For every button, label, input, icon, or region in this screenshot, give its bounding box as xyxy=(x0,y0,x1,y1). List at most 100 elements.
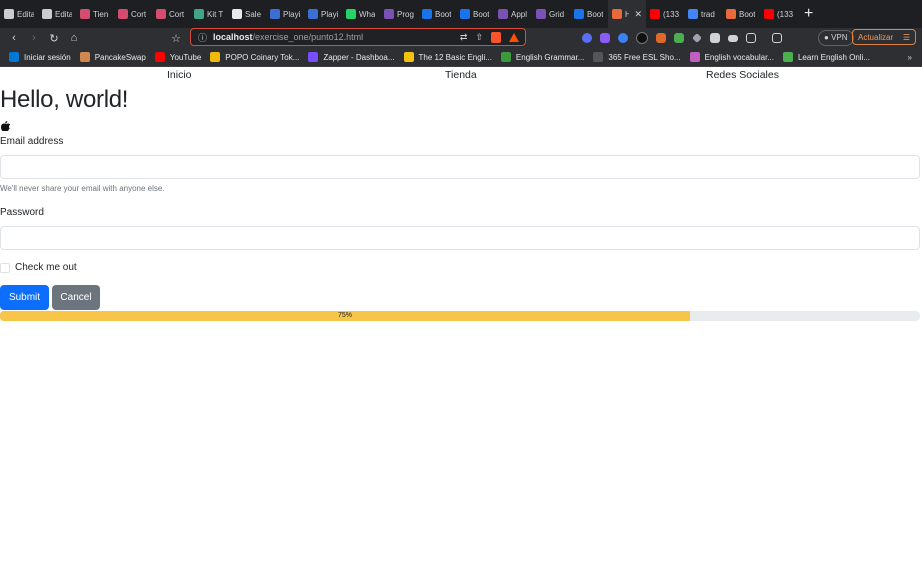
translate-icon[interactable]: ⇄ xyxy=(460,32,468,43)
browser-tab[interactable]: (133 xyxy=(646,0,684,28)
browser-tab[interactable]: Boot xyxy=(418,0,456,28)
browser-tab[interactable]: Edita xyxy=(0,0,38,28)
browser-tab[interactable]: Kit T xyxy=(190,0,228,28)
tab-favicon-icon xyxy=(42,9,52,19)
browser-tab[interactable]: Grid xyxy=(532,0,570,28)
nav-link-tienda[interactable]: Tienda xyxy=(445,69,477,81)
vpn-button[interactable]: ● VPN xyxy=(818,30,854,46)
new-tab-icon[interactable]: + xyxy=(804,0,813,28)
tab-favicon-icon xyxy=(232,9,242,19)
address-bar[interactable]: ⓘ localhost/exercise_one/punto12.html ⇄ … xyxy=(190,28,526,46)
tab-favicon-icon xyxy=(764,9,774,19)
bookmark-favicon-icon xyxy=(154,52,165,62)
browser-tab[interactable]: Appl xyxy=(494,0,532,28)
tab-label: Playi xyxy=(321,9,338,19)
tab-favicon-icon xyxy=(422,9,432,19)
bookmark-label: Zapper - Dashboa... xyxy=(323,52,395,62)
extension-icon[interactable] xyxy=(618,33,628,43)
home-icon[interactable]: ⌂ xyxy=(64,32,84,44)
tab-label: Grid xyxy=(549,9,565,19)
browser-tab[interactable]: Sale xyxy=(228,0,266,28)
bookmark-item[interactable]: The 12 Basic Engli... xyxy=(403,52,492,62)
bookmark-item[interactable]: POPO Coinary Tok... xyxy=(210,52,299,62)
reading-list-icon[interactable] xyxy=(728,34,738,42)
bookmark-item[interactable]: Iniciar sesión xyxy=(9,52,71,62)
forward-icon[interactable]: › xyxy=(24,32,44,44)
submit-button[interactable]: Submit xyxy=(0,285,49,310)
browser-tab[interactable]: Cort xyxy=(114,0,152,28)
tab-label: trad xyxy=(701,9,715,19)
extension-icon[interactable] xyxy=(600,33,610,43)
update-button[interactable]: Actualizar ☰ xyxy=(852,29,916,45)
tab-label: Cort xyxy=(169,9,185,19)
site-info-icon[interactable]: ⓘ xyxy=(198,31,207,44)
browser-tab[interactable]: Playi xyxy=(304,0,342,28)
brave-rewards-icon[interactable] xyxy=(509,32,519,42)
bookmark-icon[interactable]: ☆ xyxy=(166,32,186,45)
bookmark-item[interactable]: Zapper - Dashboa... xyxy=(308,52,395,62)
bookmark-item[interactable]: English vocabular... xyxy=(689,52,774,62)
tab-favicon-icon xyxy=(536,9,546,19)
bookmark-label: English vocabular... xyxy=(704,52,774,62)
url-path: /exercise_one/punto12.html xyxy=(252,32,364,42)
tab-label: Boot xyxy=(739,9,756,19)
tab-label: Cort xyxy=(131,9,147,19)
email-field[interactable] xyxy=(0,155,920,179)
bookmark-item[interactable]: Learn English Onli... xyxy=(782,52,870,62)
tab-favicon-icon xyxy=(688,9,698,19)
tab-label: Edita xyxy=(17,9,34,19)
check-me-out-checkbox[interactable] xyxy=(0,263,10,273)
check-me-out-label[interactable]: Check me out xyxy=(15,262,77,273)
tab-favicon-icon xyxy=(384,9,394,19)
tab-favicon-icon xyxy=(308,9,318,19)
browser-tab[interactable]: H ✕ xyxy=(608,0,646,28)
nav-link-inicio[interactable]: Inicio xyxy=(167,69,192,81)
extension-icon[interactable] xyxy=(674,33,684,43)
sidebar-icon[interactable] xyxy=(746,33,756,43)
browser-tab[interactable]: Boot xyxy=(722,0,760,28)
extension-icon[interactable] xyxy=(582,33,592,43)
tab-close-icon[interactable]: ✕ xyxy=(634,9,642,20)
wallet-icon[interactable] xyxy=(772,33,782,43)
top-nav: Inicio Tienda Redes Sociales xyxy=(0,69,922,85)
bookmark-item[interactable]: YouTube xyxy=(154,52,201,62)
bookmark-favicon-icon xyxy=(593,52,604,62)
browser-tab[interactable]: Prog xyxy=(380,0,418,28)
tab-label: Appl xyxy=(511,9,528,19)
bookmark-item[interactable]: English Grammar... xyxy=(500,52,584,62)
bookmark-item[interactable]: 365 Free ESL Sho... xyxy=(593,52,681,62)
bookmarks-bar: Iniciar sesión PancakeSwap YouTube POPO Coi… xyxy=(0,48,922,67)
bookmark-item[interactable]: PancakeSwap xyxy=(79,52,146,62)
extension-icon[interactable] xyxy=(692,33,702,43)
puzzle-icon[interactable] xyxy=(710,33,720,43)
page-content: Inicio Tienda Redes Sociales Hello, worl… xyxy=(0,67,922,575)
browser-tab[interactable]: (133 xyxy=(760,0,798,28)
bookmark-favicon-icon xyxy=(308,52,319,62)
share-icon[interactable]: ⇧ xyxy=(475,32,483,43)
menu-icon: ☰ xyxy=(902,33,910,42)
bookmark-favicon-icon xyxy=(782,52,793,62)
browser-tab[interactable]: Edita xyxy=(38,0,76,28)
browser-tab[interactable]: Boot xyxy=(456,0,494,28)
browser-tab[interactable]: Cort xyxy=(152,0,190,28)
browser-tab[interactable]: Tien xyxy=(76,0,114,28)
tab-favicon-icon xyxy=(194,9,204,19)
extension-icon[interactable] xyxy=(636,32,648,44)
browser-tab[interactable]: Wha xyxy=(342,0,380,28)
bookmark-label: POPO Coinary Tok... xyxy=(225,52,300,62)
back-icon[interactable]: ‹ xyxy=(4,32,24,44)
tab-label: Tien xyxy=(93,9,109,19)
tab-favicon-icon xyxy=(574,9,584,19)
cancel-button[interactable]: Cancel xyxy=(52,285,100,310)
password-field[interactable] xyxy=(0,226,920,250)
browser-tab[interactable]: Boot xyxy=(570,0,608,28)
brave-shields-icon[interactable] xyxy=(491,31,501,43)
bookmarks-more-icon[interactable]: » xyxy=(908,53,912,62)
tab-label: Boot xyxy=(435,9,452,19)
nav-link-redes[interactable]: Redes Sociales xyxy=(706,69,779,81)
extension-icon[interactable] xyxy=(656,33,666,43)
tab-label: Boot xyxy=(473,9,490,19)
browser-tab[interactable]: trad xyxy=(684,0,722,28)
browser-tab[interactable]: Playi xyxy=(266,0,304,28)
reload-icon[interactable]: ↻ xyxy=(44,32,64,45)
